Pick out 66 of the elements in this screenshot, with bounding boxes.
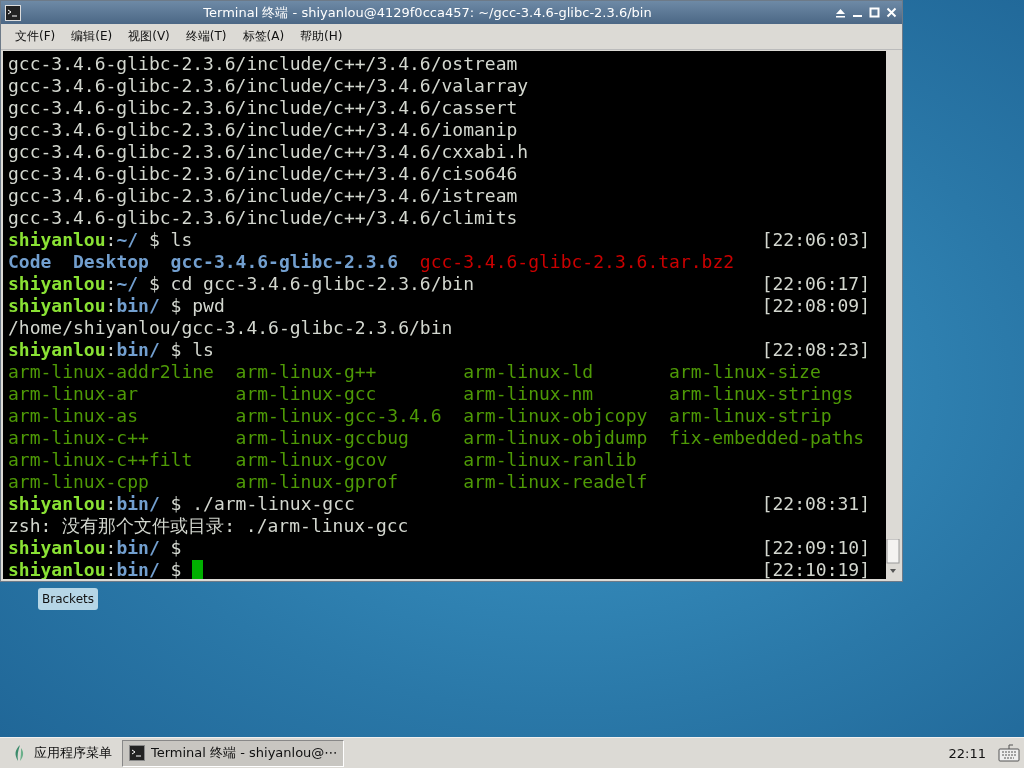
file-name: arm-linux-gccbug xyxy=(235,427,409,448)
prompt-line: shiyanlou:bin/ $ pwd xyxy=(8,295,225,317)
output-line: gcc-3.4.6-glibc-2.3.6/include/c++/3.4.6/ostream xyxy=(8,53,518,75)
file-name: fix-embedded-paths xyxy=(669,427,865,448)
prompt-line: shiyanlou:bin/ $ ./arm-linux-gcc xyxy=(8,493,355,515)
file-name: arm-linux-c++ xyxy=(8,427,149,448)
file-name: arm-linux-ar xyxy=(8,383,139,404)
menu-item[interactable]: 文件(F) xyxy=(7,25,64,48)
window-title: Terminal 终端 - shiyanlou@4129f0cca457: ~/gcc-3.4.6-glibc-2.3.6/bin xyxy=(202,3,653,22)
file-name: arm-linux-g++ xyxy=(235,361,377,382)
menu-item[interactable]: 帮助(H) xyxy=(292,25,351,48)
timestamp: [22:08:31] xyxy=(761,493,870,515)
prompt-line: shiyanlou:~/ $ cd gcc-3.4.6-glibc-2.3.6/bin xyxy=(8,273,475,295)
output-line: /home/shiyanlou/gcc-3.4.6-glibc-2.3.6/bin xyxy=(8,317,453,339)
task-button[interactable]: Terminal 终端 - shiyanlou@⋯ xyxy=(122,739,345,767)
desktop-icon-label[interactable]: Brackets xyxy=(38,588,98,610)
menu-item[interactable]: 标签(A) xyxy=(234,25,293,48)
file-name: arm-linux-strings xyxy=(669,383,854,404)
output-line: gcc-3.4.6-glibc-2.3.6/include/c++/3.4.6/cassert xyxy=(8,97,518,119)
file-name: gcc-3.4.6-glibc-2.3.6 xyxy=(170,251,399,273)
file-name: arm-linux-gcc-3.4.6 xyxy=(235,405,442,426)
file-name: arm-linux-gcov xyxy=(235,449,388,470)
file-name: arm-linux-gcc xyxy=(235,383,377,404)
file-name: Desktop xyxy=(73,251,149,273)
file-name: Code xyxy=(8,251,52,273)
clock: 22:11 xyxy=(948,745,986,761)
output-line: gcc-3.4.6-glibc-2.3.6/include/c++/3.4.6/valarray xyxy=(8,75,529,97)
timestamp: [22:06:17] xyxy=(761,273,870,295)
file-name: arm-linux-addr2line xyxy=(8,361,214,382)
file-name: arm-linux-objcopy xyxy=(463,405,648,426)
eject-icon[interactable] xyxy=(834,6,847,19)
terminal-icon xyxy=(129,745,145,761)
output-line: gcc-3.4.6-glibc-2.3.6/include/c++/3.4.6/climits xyxy=(8,207,518,229)
prompt-line: shiyanlou:bin/ $ ls xyxy=(8,339,214,361)
menu-item[interactable]: 编辑(E) xyxy=(63,25,121,48)
timestamp: [22:08:09] xyxy=(761,295,870,317)
file-name: arm-linux-ranlib xyxy=(463,449,637,470)
file-name: gcc-3.4.6-glibc-2.3.6.tar.bz2 xyxy=(419,251,735,273)
menu-item[interactable]: 视图(V) xyxy=(120,25,178,48)
close-icon[interactable] xyxy=(885,6,898,19)
prompt-line: shiyanlou:~/ $ ls xyxy=(8,229,193,251)
timestamp: [22:10:19] xyxy=(761,559,870,579)
file-name: arm-linux-readelf xyxy=(463,471,648,492)
output-line: gcc-3.4.6-glibc-2.3.6/include/c++/3.4.6/iomanip xyxy=(8,119,518,141)
file-name: arm-linux-objdump xyxy=(463,427,648,448)
output-line: zsh: 没有那个文件或目录: ./arm-linux-gcc xyxy=(8,515,409,537)
output-line: gcc-3.4.6-glibc-2.3.6/include/c++/3.4.6/ciso646 xyxy=(8,163,518,185)
timestamp: [22:09:10] xyxy=(761,537,870,559)
prompt-line: shiyanlou:bin/ $ xyxy=(8,559,182,579)
app-menu-button[interactable]: 应用程序菜单 xyxy=(8,741,116,765)
prompt-line: shiyanlou:bin/ $ xyxy=(8,537,182,559)
file-name: arm-linux-strip xyxy=(669,405,832,426)
maximize-icon[interactable] xyxy=(868,6,881,19)
output-line: gcc-3.4.6-glibc-2.3.6/include/c++/3.4.6/cxxabi.h xyxy=(8,141,529,163)
terminal-icon[interactable] xyxy=(5,4,21,21)
output-line: gcc-3.4.6-glibc-2.3.6/include/c++/3.4.6/istream xyxy=(8,185,518,207)
timestamp: [22:06:03] xyxy=(761,229,870,251)
file-name: arm-linux-c++filt xyxy=(8,449,193,470)
file-name: arm-linux-nm xyxy=(463,383,594,404)
file-name: arm-linux-gprof xyxy=(235,471,399,492)
timestamp: [22:08:23] xyxy=(761,339,870,361)
file-name: arm-linux-size xyxy=(669,361,821,382)
file-name: arm-linux-as xyxy=(8,405,139,426)
file-name: arm-linux-ld xyxy=(463,361,594,382)
file-name: arm-linux-cpp xyxy=(8,471,149,492)
menu-item[interactable]: 终端(T) xyxy=(177,25,235,48)
